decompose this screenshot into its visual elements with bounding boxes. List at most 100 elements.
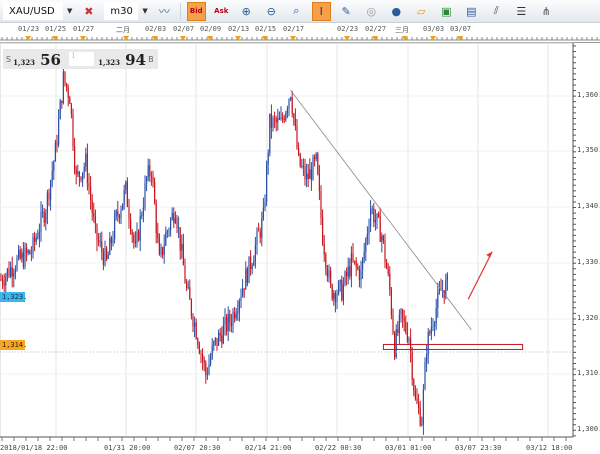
edit-drawing-icon[interactable]: ✎ [337, 2, 356, 21]
candle-body [235, 313, 237, 319]
candle-body [312, 157, 314, 180]
candle-body [178, 227, 180, 229]
candle-body [230, 322, 232, 326]
candle-body [347, 266, 349, 277]
chevron-down-icon[interactable]: ▼ [67, 7, 72, 15]
candle-body [66, 83, 68, 88]
candle-body [427, 332, 429, 356]
arrow-head-icon [486, 251, 493, 258]
price-axis-label: 1,350. [577, 146, 600, 154]
candle-body [16, 257, 18, 270]
fib-icon[interactable]: ⫽ [487, 2, 506, 21]
candle-body [152, 176, 154, 182]
top-date-label: 02/15 [255, 25, 277, 33]
globe-icon[interactable]: ● [387, 2, 406, 21]
zoom-fit-icon[interactable]: ⌕ [287, 2, 306, 21]
candle-body [19, 249, 21, 259]
price-axis-label: 1,300. [577, 425, 600, 433]
zoom-out-icon[interactable]: ⊖ [262, 2, 281, 21]
lines-icon[interactable]: ☰ [512, 2, 531, 21]
candle-body [378, 213, 380, 217]
candle-body [270, 113, 272, 128]
candle-body [330, 270, 332, 285]
candle-body [350, 253, 352, 277]
candle-body [43, 211, 45, 223]
candle-body [179, 227, 181, 251]
bid-button[interactable]: Bid [186, 1, 206, 21]
candle-body [440, 289, 442, 291]
cursor-icon[interactable]: I [311, 1, 331, 21]
candle-body [416, 398, 418, 404]
lot-input[interactable]: 1 [69, 52, 95, 66]
candle-body [125, 181, 127, 190]
candle-body [355, 260, 357, 267]
candle-body [74, 146, 76, 170]
candle-body [62, 71, 64, 103]
zoom-in-icon[interactable]: ⊕ [237, 2, 256, 21]
pitchfork-icon[interactable]: ⋔ [537, 2, 556, 21]
buy-button[interactable]: 1,323 94 [98, 50, 148, 69]
candle-body [426, 355, 428, 363]
sell-button[interactable]: 1,323 56 [13, 50, 69, 69]
candle-body [162, 247, 164, 255]
candle-body [176, 218, 178, 229]
candle-body [331, 284, 333, 300]
candle-body [94, 216, 96, 225]
candle-body [2, 279, 4, 284]
candle-body [102, 252, 104, 265]
ask-button[interactable]: Ask [212, 2, 231, 21]
candle-body [86, 153, 88, 184]
price-axis-label: 1,360. [577, 91, 600, 99]
candle-body [429, 332, 431, 334]
candle-body [98, 240, 100, 242]
candle-body [318, 174, 320, 192]
chevron-down-icon[interactable]: ▼ [142, 7, 147, 15]
candle-body [374, 219, 376, 223]
candle-body [27, 250, 29, 253]
candle-body [115, 210, 117, 217]
candle-body [328, 270, 330, 277]
candle-body [413, 379, 415, 392]
candle-body [243, 288, 245, 290]
candle-body [205, 363, 207, 376]
price-axis-label: 1,330. [577, 258, 600, 266]
candle-body [221, 335, 223, 344]
remove-indicator-icon[interactable]: ✖ [79, 2, 98, 21]
candle-body [323, 244, 325, 255]
candle-body [278, 118, 280, 120]
candle-body [317, 153, 319, 175]
candle-body [344, 272, 346, 285]
candle-body [290, 97, 292, 100]
candle-body [341, 280, 343, 301]
candle-body [147, 165, 149, 178]
indicator-icon[interactable]: 〰 [155, 2, 174, 21]
hide-drawing-icon[interactable]: ◎ [362, 2, 381, 21]
candle-body [438, 289, 440, 293]
time-axis-label: 02/22 00:30 [315, 444, 362, 452]
candle-body [445, 280, 447, 298]
price-axis-label: 1,340. [577, 202, 600, 210]
candle-body [398, 314, 400, 334]
candle-body [155, 203, 157, 234]
timeframe-select[interactable]: m30 [104, 2, 139, 20]
candle-body [339, 280, 341, 283]
candle-body [349, 266, 351, 277]
candle-body [368, 227, 370, 235]
candle-body [259, 231, 261, 238]
template-icon[interactable]: ▤ [462, 2, 481, 21]
date-scale-top[interactable]: 01/23 01/25 01/27 二月 02/03 02/07 02/09 02/13 02/… [0, 23, 600, 43]
candle-body [77, 171, 79, 175]
candle-body [395, 329, 397, 358]
time-axis-label: 02/07 20:30 [174, 444, 221, 452]
screenshot-icon[interactable]: ▣ [437, 2, 456, 21]
candle-body [38, 232, 40, 238]
candle-body [75, 169, 77, 175]
candle-body [56, 142, 58, 145]
candle-body [24, 247, 26, 267]
candle-body [96, 224, 98, 241]
symbol-select[interactable]: XAU/USD [3, 2, 63, 20]
candle-body [181, 243, 183, 251]
candle-body [123, 189, 125, 204]
ruler-icon[interactable]: ▱ [412, 2, 431, 21]
candle-body [430, 327, 432, 334]
